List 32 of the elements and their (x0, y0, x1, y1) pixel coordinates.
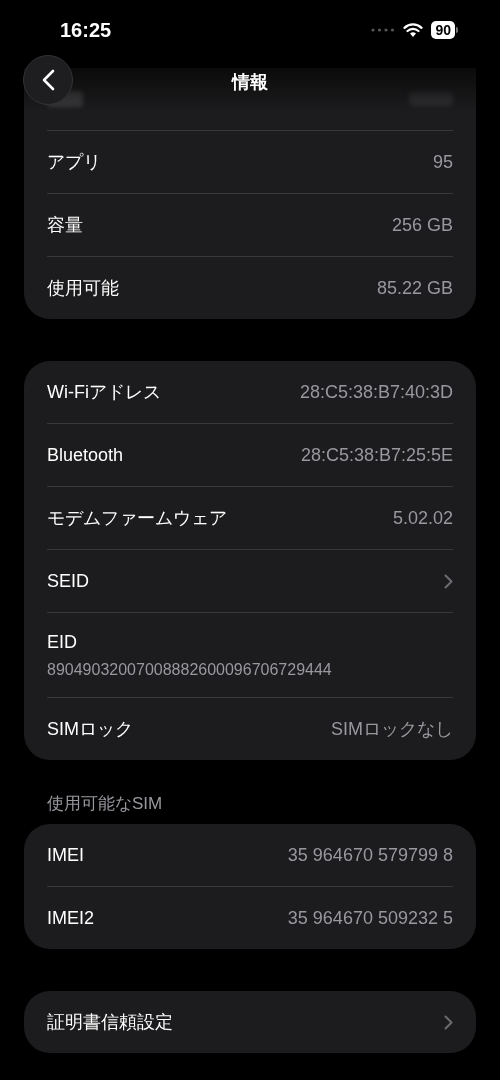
row-value: 85.22 GB (376, 276, 453, 300)
row-value: 35 964670 509232 5 (287, 906, 453, 930)
section-header: 使用可能なSIM (47, 792, 163, 815)
battery-indicator: 90 (431, 21, 458, 39)
row-label: SIMロック (47, 717, 133, 741)
row-label: IMEI2 (47, 906, 94, 930)
row-label: モデムファームウェア (47, 506, 227, 530)
settings-row[interactable]: SEID (47, 550, 453, 612)
row-value: SIMロックなし (331, 717, 453, 741)
row-value: 95 (432, 150, 453, 174)
back-chevron-icon (41, 69, 55, 91)
settings-row[interactable]: 証明書信頼設定 (47, 991, 453, 1053)
row-label: 容量 (47, 213, 83, 237)
row-value: 89049032007008882600096706729444 (47, 659, 333, 680)
row-label: IMEI (47, 843, 84, 867)
row-value: 5.02.02 (392, 506, 453, 530)
signal-dots-icon (371, 28, 396, 32)
row-label: EID (47, 630, 78, 654)
chevron-icon (444, 573, 453, 589)
row-label: Bluetooth (47, 443, 124, 467)
row-value: 28:C5:38:B7:40:3D (299, 380, 453, 404)
wifi-icon (403, 22, 424, 38)
nav-title: 情報 (232, 70, 268, 94)
row-value: 35 964670 579799 8 (287, 843, 453, 867)
back-button[interactable] (23, 55, 73, 105)
row-label: Wi-Fiアドレス (47, 380, 161, 404)
row-value: 28:C5:38:B7:25:5E (300, 443, 453, 467)
status-time: 16:25 (60, 18, 112, 43)
row-value: 256 GB (391, 213, 453, 237)
row-label: 使用可能 (47, 276, 119, 300)
row-label: アプリ (47, 150, 101, 174)
chevron-icon (444, 1014, 453, 1030)
